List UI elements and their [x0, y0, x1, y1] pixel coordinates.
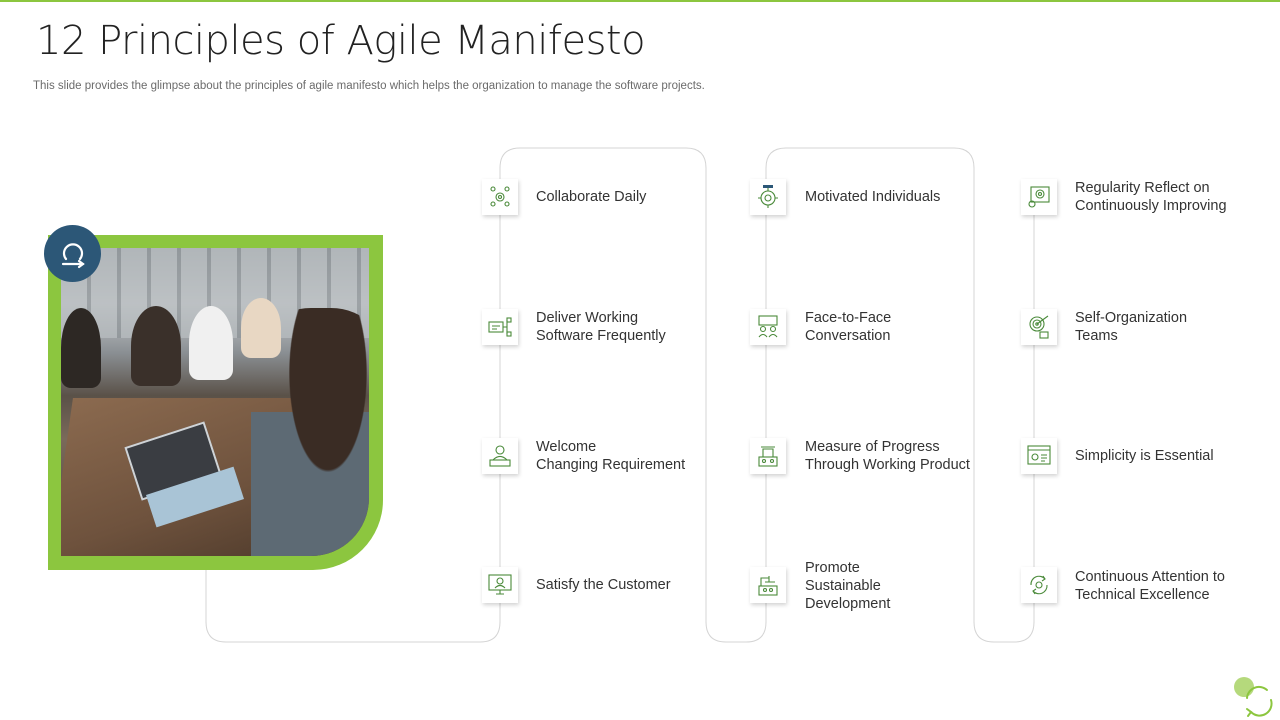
development-machine-icon — [750, 567, 786, 603]
improvement-gear-icon — [1021, 179, 1057, 215]
meeting-photo — [61, 248, 369, 556]
customer-screen-icon — [482, 567, 518, 603]
principle-label: Self-Organization Teams — [1075, 310, 1188, 344]
scrum-cycle-icon — [61, 242, 85, 268]
team-collaboration-icon — [482, 179, 518, 215]
principle-label: Continuous Attention to Technical Excell… — [1075, 569, 1225, 603]
principle-label: Face-to-Face Conversation — [805, 310, 892, 344]
software-delivery-icon — [482, 309, 518, 345]
target-team-icon — [1021, 309, 1057, 345]
principle-label: Motivated Individuals — [805, 189, 941, 205]
gear-person-icon — [750, 179, 786, 215]
principle-label: Regularity Reflect on Continuously Impro… — [1075, 180, 1227, 214]
principle-label: Promote Sustainable Development — [805, 560, 891, 612]
principle-label: Deliver Working Software Frequently — [536, 310, 666, 344]
principle-label: Simplicity is Essential — [1075, 448, 1214, 464]
principle-label: Measure of Progress Through Working Prod… — [805, 439, 970, 473]
person-desk-icon — [482, 438, 518, 474]
progress-machine-icon — [750, 438, 786, 474]
principle-label: Welcome Changing Requirement — [536, 439, 686, 473]
corner-logo-icon — [1234, 677, 1273, 717]
scrum-cycle-badge — [44, 225, 101, 282]
simple-screen-icon — [1021, 438, 1057, 474]
cycle-excellence-icon — [1021, 567, 1057, 603]
conversation-icon — [750, 309, 786, 345]
principle-label: Satisfy the Customer — [536, 577, 671, 593]
principle-label: Collaborate Daily — [536, 189, 647, 205]
